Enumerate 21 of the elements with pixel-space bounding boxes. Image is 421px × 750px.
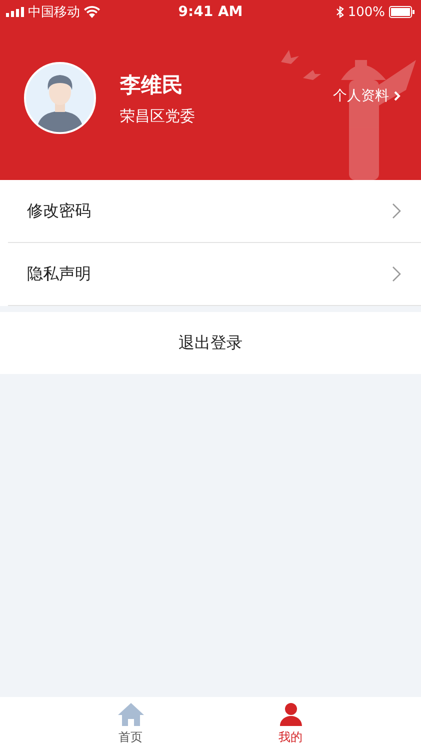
home-icon [116,701,144,727]
menu-item[interactable]: 隐私声明 [8,243,421,306]
chevron-icon [392,203,401,219]
profile-details-link[interactable]: 个人资料 [333,87,401,105]
logout-button[interactable]: 退出登录 [0,312,421,374]
carrier-name: 中国移动 [28,4,80,21]
user-name: 李维民 [120,72,184,98]
chevron-icon [392,266,401,282]
avatar-icon [24,62,96,134]
battery-percent: 100% [348,4,385,20]
bluetooth-icon [336,6,344,18]
wifi-icon [84,6,100,18]
chevron-icon [393,91,401,101]
status-time: 9:41 AM [178,4,243,20]
menu-item[interactable]: 修改密码 [8,180,421,243]
person-icon [278,701,304,727]
user-organization: 荣昌区党委 [120,106,196,126]
battery-icon [389,6,415,18]
tab-bar-item[interactable]: 首页 [86,697,176,750]
tab-bar-item[interactable]: 我的 [246,697,336,750]
signal-icon [6,7,24,17]
